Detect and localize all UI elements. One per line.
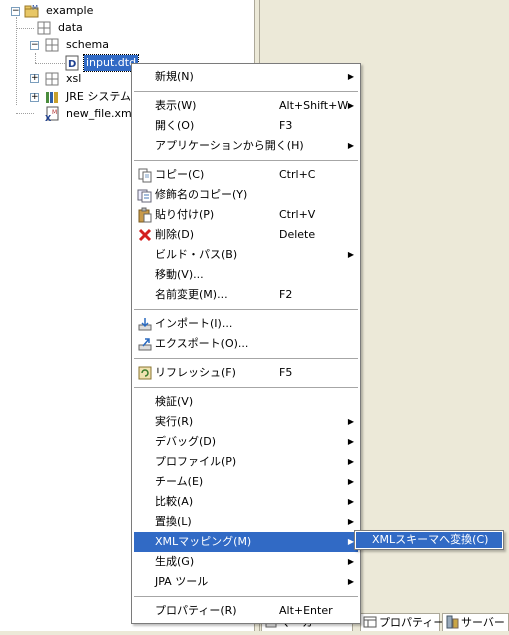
xml-mapping-submenu: XMLスキーマへ変換(C) <box>354 530 504 550</box>
menu-separator <box>134 387 358 388</box>
menu-separator <box>134 160 358 161</box>
menu-item-delete[interactable]: 削除(D) Delete <box>134 225 358 245</box>
menu-item-compare[interactable]: 比較(A) ▶ <box>134 492 358 512</box>
menu-item-move[interactable]: 移動(V)... <box>134 265 358 285</box>
tree-guide-line <box>35 63 65 64</box>
menu-item-run[interactable]: 実行(R) ▶ <box>134 412 358 432</box>
servers-icon <box>445 615 459 629</box>
submenu-arrow-icon: ▶ <box>347 72 354 81</box>
svg-text:D: D <box>68 59 76 70</box>
tree-node-new-file-xmf[interactable]: XM new_file.xmf <box>44 106 138 123</box>
tree-node-jre-system[interactable]: JRE システム <box>44 89 133 105</box>
menu-item-validate[interactable]: 検証(V) <box>134 392 358 412</box>
menu-item-team[interactable]: チーム(E) ▶ <box>134 472 358 492</box>
tab-servers[interactable]: サーバー <box>442 613 509 631</box>
menu-separator <box>134 309 358 310</box>
menu-item-jpa-tools[interactable]: JPA ツール ▶ <box>134 572 358 592</box>
submenu-arrow-icon: ▶ <box>347 417 354 426</box>
menu-item-open[interactable]: 開く(O) F3 <box>134 116 358 136</box>
tree-node-schema[interactable]: schema <box>44 37 111 53</box>
menu-separator <box>134 596 358 597</box>
paste-icon <box>137 207 153 223</box>
menu-separator <box>134 358 358 359</box>
library-icon <box>44 89 60 105</box>
menu-item-build-path[interactable]: ビルド・パス(B) ▶ <box>134 245 358 265</box>
context-menu: 新規(N) ▶ 表示(W) Alt+Shift+W ▶ 開く(O) F3 アプリ… <box>131 63 361 624</box>
menu-item-paste[interactable]: 貼り付け(P) Ctrl+V <box>134 205 358 225</box>
dtd-file-icon: D <box>64 55 80 71</box>
collapse-toggle-example[interactable]: − <box>11 7 20 16</box>
tab-properties[interactable]: プロパティー <box>360 613 444 631</box>
delete-icon <box>137 227 153 243</box>
tree-node-data[interactable]: data <box>36 20 85 36</box>
import-icon <box>137 316 153 332</box>
menu-item-rename[interactable]: 名前変更(M)... F2 <box>134 285 358 305</box>
tree-node-xsl[interactable]: xsl <box>44 71 83 87</box>
expand-toggle-jre[interactable]: + <box>30 93 39 102</box>
copy-qualified-name-icon <box>137 187 153 203</box>
submenu-arrow-icon: ▶ <box>347 250 354 259</box>
submenu-arrow-icon: ▶ <box>347 141 354 150</box>
submenu-arrow-icon: ▶ <box>347 457 354 466</box>
submenu-arrow-icon: ▶ <box>347 437 354 446</box>
project-folder-icon: M <box>24 3 40 19</box>
tree-guide-line <box>16 17 17 105</box>
svg-text:M: M <box>52 109 57 116</box>
package-icon <box>44 37 60 53</box>
copy-icon <box>137 167 153 183</box>
properties-icon <box>363 615 377 629</box>
menu-separator <box>134 91 358 92</box>
menu-item-properties[interactable]: プロパティー(R) Alt+Enter <box>134 601 358 621</box>
tree-guide-line <box>16 113 34 114</box>
menu-item-copy-qualified-name[interactable]: 修飾名のコピー(Y) <box>134 185 358 205</box>
submenu-arrow-icon: ▶ <box>347 477 354 486</box>
menu-item-export[interactable]: エクスポート(O)... <box>134 334 358 354</box>
tree-node-input-dtd[interactable]: D input.dtd <box>64 54 140 72</box>
submenu-arrow-icon: ▶ <box>347 577 354 586</box>
menu-item-replace[interactable]: 置換(L) ▶ <box>134 512 358 532</box>
expand-toggle-xsl[interactable]: + <box>30 74 39 83</box>
submenu-arrow-icon: ▶ <box>347 517 354 526</box>
menu-item-show-in[interactable]: 表示(W) Alt+Shift+W ▶ <box>134 96 358 116</box>
menu-item-refresh[interactable]: リフレッシュ(F) F5 <box>134 363 358 383</box>
package-icon <box>36 20 52 36</box>
menu-item-convert-to-xml-schema[interactable]: XMLスキーマへ変換(C) <box>356 532 502 548</box>
submenu-arrow-icon: ▶ <box>347 557 354 566</box>
svg-text:M: M <box>32 4 38 12</box>
menu-item-new[interactable]: 新規(N) ▶ <box>134 67 358 87</box>
export-icon <box>137 336 153 352</box>
tree-guide-line <box>16 28 34 29</box>
menu-item-debug[interactable]: デバッグ(D) ▶ <box>134 432 358 452</box>
menu-item-copy[interactable]: コピー(C) Ctrl+C <box>134 165 358 185</box>
menu-item-generate[interactable]: 生成(G) ▶ <box>134 552 358 572</box>
collapse-toggle-schema[interactable]: − <box>30 41 39 50</box>
xml-mapping-file-icon: XM <box>44 106 60 123</box>
submenu-arrow-icon: ▶ <box>347 101 354 110</box>
tree-node-example[interactable]: M example <box>24 3 95 19</box>
menu-item-profile[interactable]: プロファイル(P) ▶ <box>134 452 358 472</box>
refresh-icon <box>137 365 153 381</box>
menu-item-xml-mapping[interactable]: XMLマッピング(M) ▶ <box>134 532 358 552</box>
package-icon <box>44 71 60 87</box>
menu-item-import[interactable]: インポート(I)... <box>134 314 358 334</box>
menu-item-open-with[interactable]: アプリケーションから開く(H) ▶ <box>134 136 358 156</box>
svg-text:X: X <box>45 114 52 122</box>
tree-guide-line <box>35 53 36 63</box>
submenu-arrow-icon: ▶ <box>347 497 354 506</box>
